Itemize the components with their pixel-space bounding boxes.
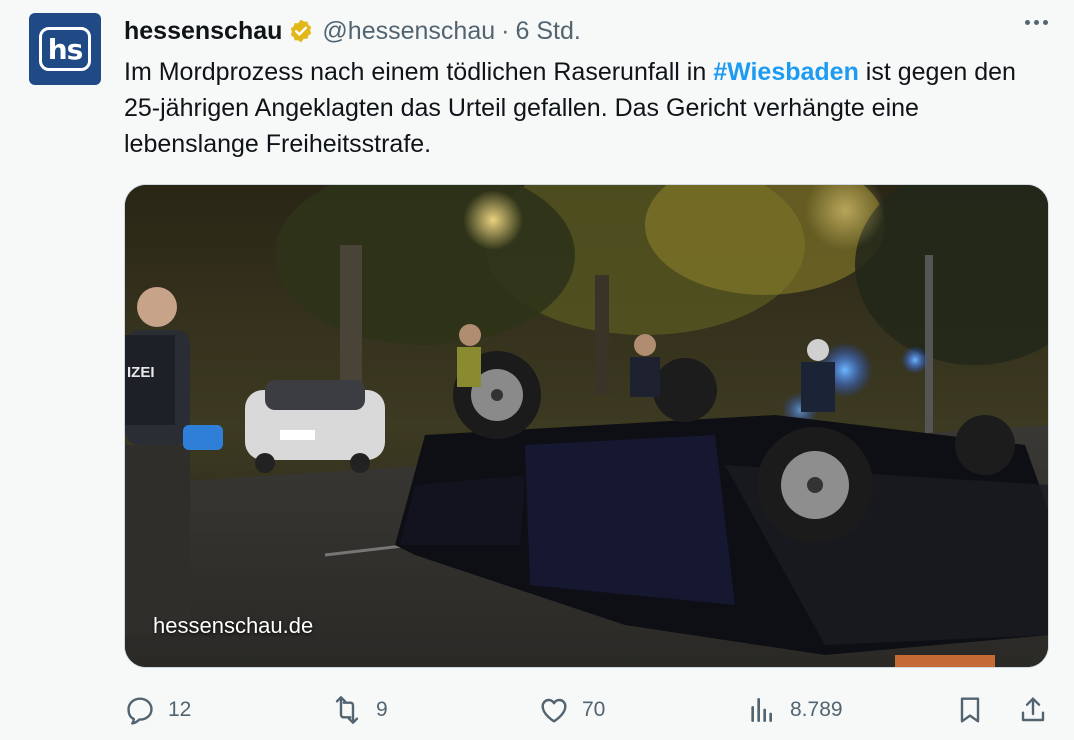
- bookmark-button[interactable]: [954, 690, 998, 730]
- bookmark-icon: [960, 697, 980, 723]
- action-bar: 12 9 70 8.789: [124, 690, 1049, 730]
- author-name[interactable]: hessenschau: [124, 17, 282, 46]
- share-button[interactable]: [1017, 690, 1061, 730]
- hashtag-link[interactable]: #Wiesbaden: [713, 58, 859, 86]
- police-vest-label: IZEI: [127, 364, 155, 381]
- views-count: 8.789: [790, 698, 843, 721]
- verified-badge-icon[interactable]: [288, 18, 314, 44]
- like-button[interactable]: 70: [538, 690, 605, 730]
- like-count: 70: [582, 698, 606, 721]
- separator-dot: ·: [501, 16, 510, 45]
- repost-count: 9: [376, 698, 388, 721]
- tweet-header: hessenschau @hessenschau · 6 Std.: [124, 12, 581, 50]
- views-icon: [751, 698, 772, 722]
- more-icon[interactable]: [1025, 20, 1048, 25]
- avatar-logo: hs: [39, 27, 91, 71]
- avatar[interactable]: hs: [29, 13, 101, 85]
- repost-icon: [335, 696, 359, 724]
- tweet-media-photo[interactable]: IZEI hessenschau.de: [124, 184, 1049, 668]
- repost-button[interactable]: 9: [330, 690, 388, 730]
- accident-scene-image: IZEI: [125, 185, 1048, 667]
- tweet-text: Im Mordprozess nach einem tödlichen Rase…: [124, 54, 1024, 162]
- timestamp[interactable]: 6 Std.: [515, 17, 580, 46]
- media-watermark: hessenschau.de: [153, 613, 314, 638]
- reply-button[interactable]: 12: [124, 690, 191, 730]
- reply-count: 12: [168, 698, 192, 721]
- like-icon: [541, 698, 567, 723]
- views-button[interactable]: 8.789: [746, 690, 843, 730]
- tweet-text-part1: Im Mordprozess nach einem tödlichen Rase…: [124, 58, 714, 86]
- author-handle[interactable]: @hessenschau: [322, 17, 495, 46]
- reply-icon: [127, 697, 153, 725]
- share-icon: [1021, 697, 1045, 722]
